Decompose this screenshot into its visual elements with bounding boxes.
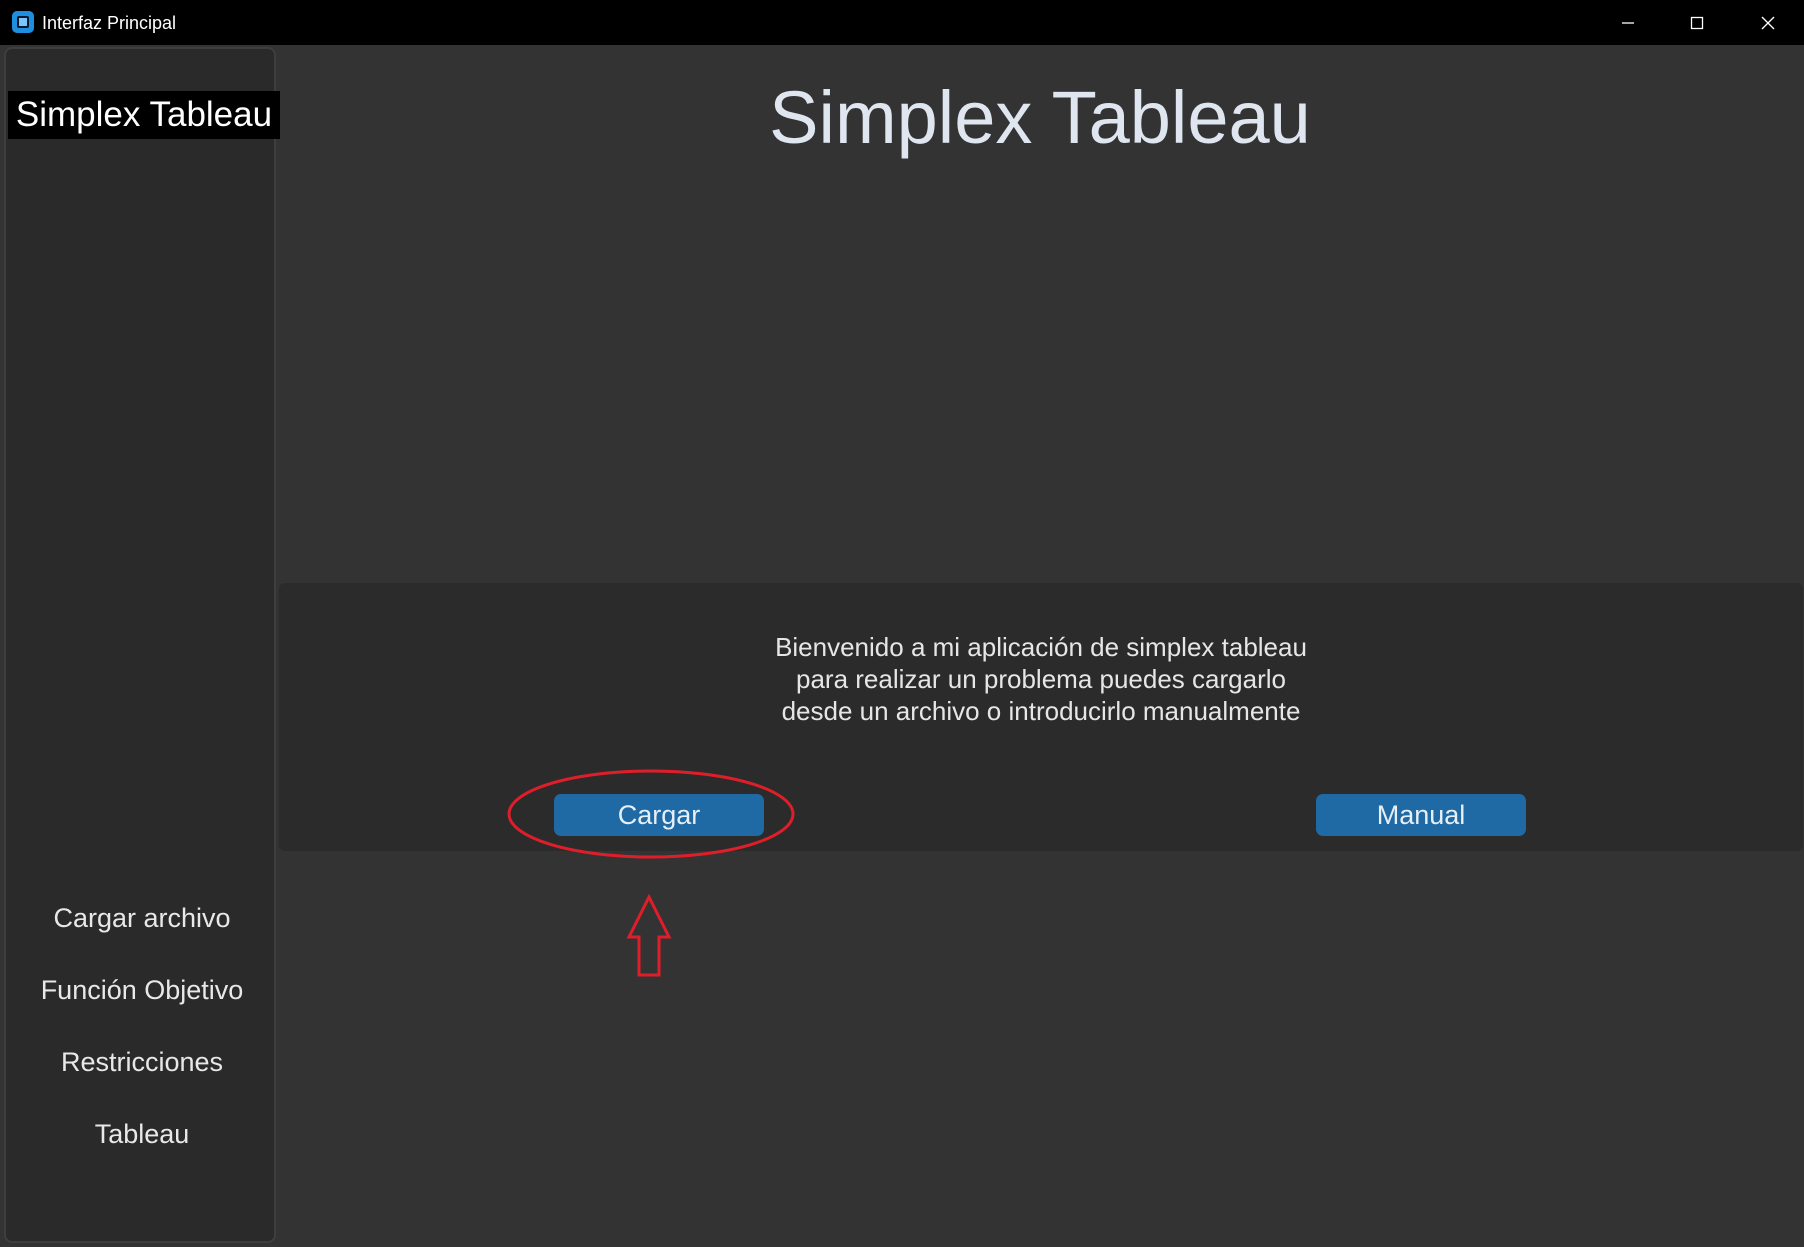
arrow-up-icon <box>626 893 672 977</box>
sidebar-item-funcion-objetivo[interactable]: Función Objetivo <box>6 968 278 1012</box>
title-bar[interactable]: Interfaz Principal <box>0 0 1804 45</box>
welcome-line: para realizar un problema puedes cargarl… <box>796 664 1286 694</box>
minimize-button[interactable] <box>1593 0 1663 45</box>
page-title: Simplex Tableau <box>769 76 1311 159</box>
sidebar-item-cargar-archivo[interactable]: Cargar archivo <box>6 896 278 940</box>
app-icon <box>12 11 34 33</box>
window-title: Interfaz Principal <box>42 13 177 33</box>
main-window: Interfaz Principal Simplex Tableau Carga… <box>0 0 1804 1247</box>
close-icon <box>1761 16 1775 29</box>
maximize-button[interactable] <box>1662 0 1732 45</box>
welcome-line: Bienvenido a mi aplicación de simplex ta… <box>775 632 1307 662</box>
load-button[interactable]: Cargar <box>554 794 764 836</box>
maximize-icon <box>1690 16 1704 29</box>
welcome-line: desde un archivo o introducirlo manualme… <box>781 696 1301 726</box>
sidebar-item-restricciones[interactable]: Restricciones <box>6 1040 278 1084</box>
minimize-icon <box>1622 21 1634 24</box>
manual-button[interactable]: Manual <box>1316 794 1526 836</box>
sidebar-item-tableau[interactable]: Tableau <box>6 1112 278 1156</box>
sidebar: Simplex Tableau Cargar archivo Función O… <box>4 47 280 1243</box>
welcome-panel: Bienvenido a mi aplicación de simplex ta… <box>279 583 1803 851</box>
sidebar-title: Simplex Tableau <box>8 91 280 139</box>
welcome-message: Bienvenido a mi aplicación de simplex ta… <box>279 631 1803 727</box>
close-button[interactable] <box>1733 0 1803 45</box>
